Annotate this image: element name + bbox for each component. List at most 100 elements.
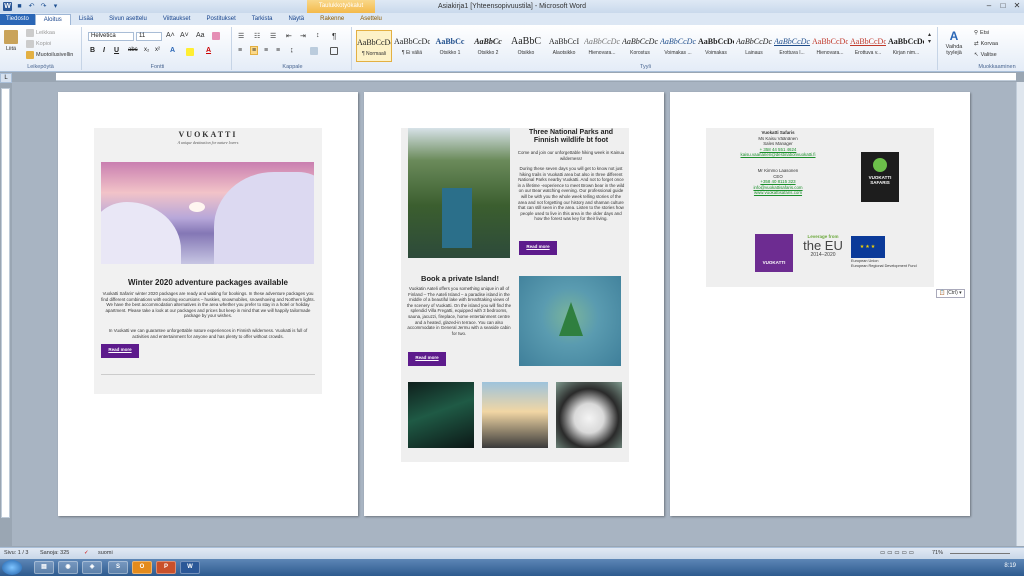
format-painter-button[interactable]: Muotoilusivellin: [26, 51, 73, 59]
tab-selector[interactable]: L: [0, 73, 12, 83]
style-normal[interactable]: AaBbCcDc ¶ Normaali: [356, 30, 392, 62]
align-right-button[interactable]: ≡: [264, 47, 268, 54]
decrease-indent-button[interactable]: ⇤: [286, 32, 292, 40]
select-button[interactable]: ↖ Valitse: [974, 52, 997, 58]
replace-button[interactable]: ⇄ Korvaa: [974, 41, 998, 47]
find-button[interactable]: ⚲ Etsi: [974, 30, 989, 36]
proofing-icon[interactable]: ✓: [84, 550, 89, 556]
northern-lights-image[interactable]: [408, 382, 474, 448]
customize-qat-icon[interactable]: ▾: [51, 2, 60, 11]
copy-button[interactable]: Kopioi: [26, 40, 51, 48]
style-no-spacing[interactable]: AaBbCcDc ¶ Ei väliä: [394, 30, 430, 62]
page-3[interactable]: Vuokatti Safaris Ms Kaisu Väänänen Sales…: [670, 92, 970, 516]
clear-format-icon[interactable]: [212, 32, 220, 40]
style-book-title[interactable]: AaBbCcDc Kirjan nim...: [888, 30, 924, 62]
align-center-button[interactable]: ≡: [250, 46, 259, 55]
app-taskbar-icon[interactable]: ◈: [82, 561, 102, 574]
page-2[interactable]: Three National Parks and Finnish wildlif…: [364, 92, 664, 516]
style-title[interactable]: AaBbC Otsikko: [508, 30, 544, 62]
style-subtle-emphasis[interactable]: AaBbCcDc Hienovara...: [584, 30, 620, 62]
eu-leverage-logo[interactable]: Leverage from the EU 2014–2020: [799, 234, 847, 274]
vertical-ruler[interactable]: [1, 88, 10, 518]
font-size-select[interactable]: 11: [136, 32, 162, 41]
sort-button[interactable]: ↕: [316, 32, 320, 39]
word-taskbar-icon[interactable]: W: [180, 561, 200, 574]
style-intense-reference[interactable]: AaBbCcDc Erottuva v...: [850, 30, 886, 62]
underline-button[interactable]: U: [114, 47, 119, 54]
tab-review[interactable]: Tarkista: [244, 14, 281, 25]
tab-design[interactable]: Rakenne: [312, 14, 352, 25]
eu-flag-icon[interactable]: ★★★: [851, 236, 885, 258]
strikethrough-button[interactable]: abc: [128, 47, 138, 53]
snowboarders-image[interactable]: [482, 382, 548, 448]
start-button[interactable]: [2, 560, 22, 575]
tab-view[interactable]: Näytä: [280, 14, 312, 25]
tab-home[interactable]: Aloitus: [34, 14, 71, 25]
zoom-slider[interactable]: [950, 553, 1010, 554]
minimize-icon[interactable]: –: [982, 0, 996, 11]
winter-landscape-image[interactable]: [101, 162, 314, 264]
page-count[interactable]: Sivu: 1 / 3: [4, 550, 28, 556]
undo-icon[interactable]: ↶: [27, 2, 36, 11]
save-icon[interactable]: ■: [15, 2, 24, 11]
shrink-font-button[interactable]: A˅: [180, 32, 189, 39]
tab-insert[interactable]: Lisää: [71, 14, 101, 25]
bullets-button[interactable]: ☰: [238, 32, 244, 40]
zoom-level[interactable]: 71%: [932, 550, 943, 556]
bold-button[interactable]: B: [90, 47, 95, 54]
contact-email-1[interactable]: kaisu.vaananen@destinationvuokatti.fi: [728, 152, 828, 158]
paste-options-button[interactable]: 📋 (Ctrl) ▾: [936, 289, 965, 298]
text-effects-button[interactable]: A: [170, 47, 175, 54]
tab-page-layout[interactable]: Sivun asettelu: [101, 14, 155, 25]
shading-button[interactable]: [310, 47, 318, 55]
borders-button[interactable]: [330, 47, 338, 55]
redo-icon[interactable]: ↷: [39, 2, 48, 11]
change-case-button[interactable]: Aa: [196, 32, 205, 39]
subscript-button[interactable]: x₂: [144, 47, 149, 53]
outlook-taskbar-icon[interactable]: O: [132, 561, 152, 574]
husky-dog-image[interactable]: [556, 382, 622, 448]
increase-indent-button[interactable]: ⇥: [300, 32, 306, 40]
change-styles-button[interactable]: A Vaihda tyylejä: [942, 29, 966, 56]
taskbar-clock[interactable]: 8:19: [1004, 563, 1016, 569]
powerpoint-taskbar-icon[interactable]: P: [156, 561, 176, 574]
line-spacing-button[interactable]: ↨: [290, 47, 294, 54]
multilevel-list-button[interactable]: ☰: [270, 32, 276, 40]
vuokatti-safaris-logo[interactable]: VUOKATTI SAFARIS: [861, 152, 899, 202]
language-indicator[interactable]: suomi: [98, 550, 113, 556]
font-family-select[interactable]: Helvetica: [88, 32, 134, 41]
justify-button[interactable]: ≡: [276, 47, 280, 54]
styles-gallery-scroll[interactable]: ▴ ▾: [928, 31, 931, 45]
italic-button[interactable]: I: [103, 47, 105, 54]
word-count[interactable]: Sanoja: 325: [40, 550, 69, 556]
read-more-button-hiking[interactable]: Read more: [519, 241, 557, 255]
close-icon[interactable]: ✕: [1010, 0, 1024, 11]
forest-lake-image[interactable]: [408, 128, 510, 258]
style-subtle-reference[interactable]: AaBbCcDc Hienovara...: [812, 30, 848, 62]
superscript-button[interactable]: x²: [155, 47, 160, 53]
website-link[interactable]: www.vuokattisafaris.com: [728, 190, 828, 196]
page-1[interactable]: VUOKATTI A unique destination for nature…: [58, 92, 358, 516]
word-app-icon[interactable]: W: [3, 2, 12, 11]
tab-layout[interactable]: Asettelu: [352, 14, 390, 25]
style-subtitle[interactable]: AaBbCcI Alaotsikko: [546, 30, 582, 62]
grow-font-button[interactable]: A˄: [166, 32, 175, 39]
skype-taskbar-icon[interactable]: S: [108, 561, 128, 574]
read-more-button-island[interactable]: Read more: [408, 352, 446, 366]
paste-button[interactable]: Liitä: [4, 30, 18, 52]
style-strong[interactable]: AaBbCcDc Voimakas: [698, 30, 734, 62]
vuokatti-logo[interactable]: VUOKATTI: [755, 234, 793, 272]
style-intense-emphasis[interactable]: AaBbCcDc Voimakas ...: [660, 30, 696, 62]
maximize-icon[interactable]: □: [996, 0, 1010, 11]
align-left-button[interactable]: ≡: [238, 47, 242, 54]
style-heading-1[interactable]: AaBbCc Otsikko 1: [432, 30, 468, 62]
tab-mailings[interactable]: Postitukset: [198, 14, 243, 25]
tab-references[interactable]: Viittaukset: [155, 14, 199, 25]
style-heading-2[interactable]: AaBbCc Otsikko 2: [470, 30, 506, 62]
font-color-button[interactable]: A: [206, 47, 211, 54]
island-aerial-image[interactable]: [519, 276, 621, 366]
vertical-scrollbar[interactable]: [1016, 82, 1024, 546]
style-intense-quote[interactable]: AaBbCcDc Erottuva l...: [774, 30, 810, 62]
explorer-taskbar-icon[interactable]: ▤: [34, 561, 54, 574]
numbering-button[interactable]: ☷: [254, 32, 260, 40]
